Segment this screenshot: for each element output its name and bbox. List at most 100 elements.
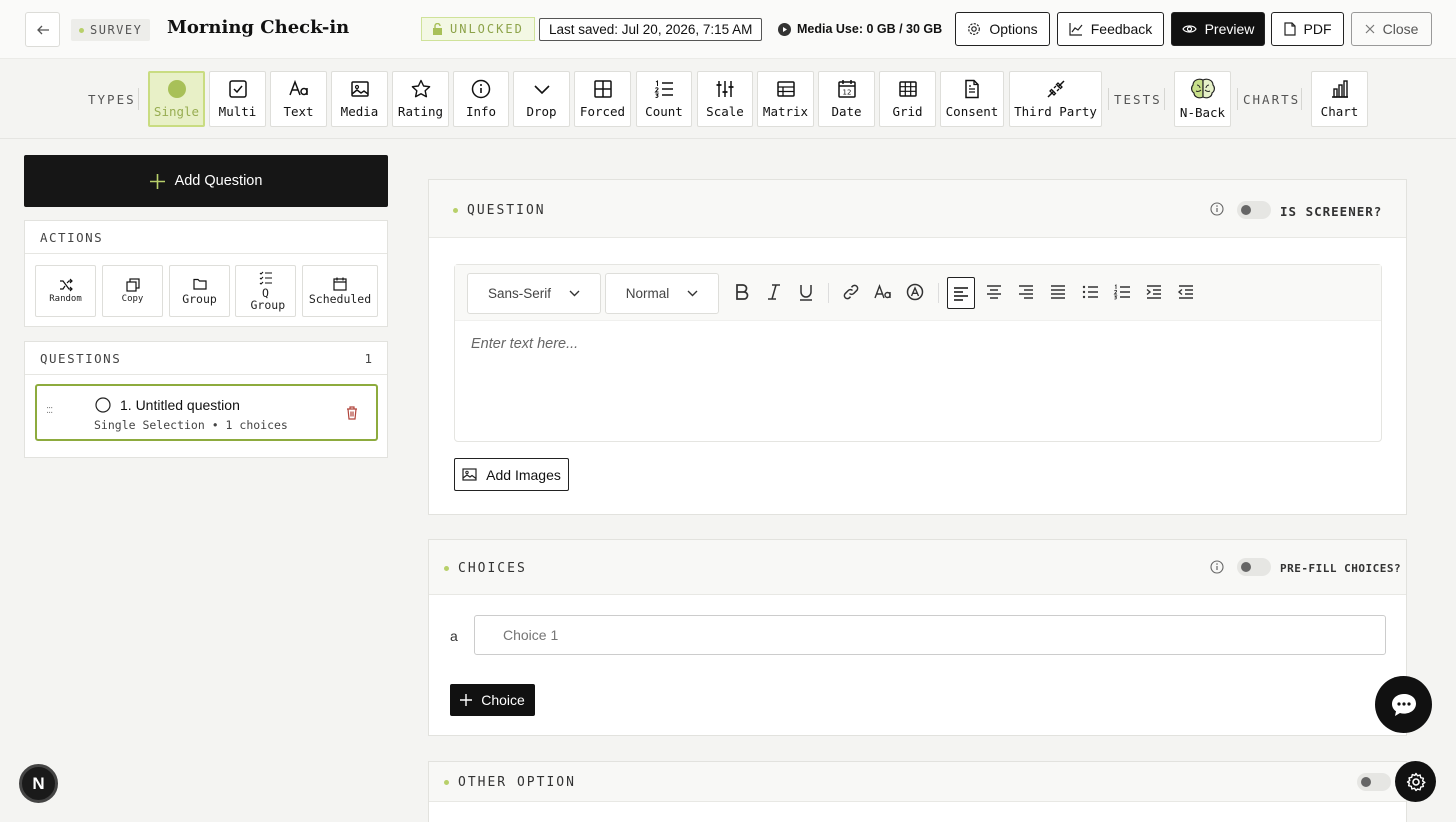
scheduled-button[interactable]: Scheduled bbox=[302, 265, 378, 317]
other-option-toggle[interactable] bbox=[1357, 773, 1391, 791]
type-multi-label: Multi bbox=[218, 104, 257, 119]
font-style-button[interactable] bbox=[906, 283, 926, 303]
type-date[interactable]: 12 Date bbox=[818, 71, 875, 127]
chat-bubble-icon bbox=[1391, 693, 1416, 716]
text-size-button[interactable] bbox=[874, 283, 894, 303]
gear-icon bbox=[1406, 772, 1426, 791]
folder-icon bbox=[192, 278, 207, 290]
ordered-list-icon bbox=[1113, 284, 1130, 300]
arrow-left-icon bbox=[36, 25, 49, 34]
type-scale[interactable]: Scale bbox=[697, 71, 753, 127]
question-card-header: QUESTION IS SCREENER? bbox=[429, 180, 1406, 238]
underline-button[interactable] bbox=[797, 283, 817, 303]
media-use: Media Use: 0 GB / 30 GB bbox=[778, 22, 942, 36]
bold-button[interactable] bbox=[733, 283, 753, 303]
type-single-label: Single bbox=[153, 104, 200, 119]
italic-button[interactable] bbox=[765, 283, 785, 303]
question-list-item[interactable]: ::: 1. Untitled question Single Selectio… bbox=[35, 384, 378, 441]
group-button[interactable]: Group bbox=[169, 265, 230, 317]
type-third-party-label: Third Party bbox=[1014, 104, 1097, 119]
drag-handle-icon[interactable]: ::: bbox=[46, 404, 53, 416]
scheduled-label: Scheduled bbox=[308, 291, 372, 306]
preview-button[interactable]: Preview bbox=[1171, 12, 1265, 46]
actions-header: ACTIONS bbox=[25, 221, 387, 254]
choice-letter: a bbox=[450, 628, 458, 644]
unlocked-badge[interactable]: UNLOCKED bbox=[421, 17, 535, 41]
app-badge[interactable]: N bbox=[19, 764, 58, 803]
grid-four-icon bbox=[593, 80, 612, 98]
type-multi[interactable]: Multi bbox=[209, 71, 266, 127]
align-center-button[interactable] bbox=[985, 283, 1005, 303]
trash-icon[interactable] bbox=[346, 406, 358, 420]
type-third-party[interactable]: Third Party bbox=[1009, 71, 1102, 127]
type-count[interactable]: Count bbox=[636, 71, 692, 127]
bullet-list-button[interactable] bbox=[1081, 283, 1101, 303]
questions-count: 1 bbox=[364, 350, 372, 366]
copy-icon bbox=[125, 278, 140, 292]
choices-card-title: CHOICES bbox=[444, 561, 527, 576]
screener-toggle[interactable] bbox=[1237, 201, 1271, 219]
type-grid[interactable]: Grid bbox=[879, 71, 936, 127]
screener-label: IS SCREENER? bbox=[1280, 204, 1383, 219]
type-matrix[interactable]: Matrix bbox=[757, 71, 814, 127]
type-consent[interactable]: Consent bbox=[940, 71, 1004, 127]
align-left-button[interactable] bbox=[947, 277, 975, 309]
feedback-button[interactable]: Feedback bbox=[1057, 12, 1164, 46]
checklist-icon bbox=[259, 271, 272, 285]
link-button[interactable] bbox=[842, 283, 862, 303]
chart-button[interactable]: Chart bbox=[1311, 71, 1368, 127]
line-chart-icon bbox=[1069, 23, 1083, 36]
type-drop-label: Drop bbox=[526, 104, 557, 119]
pdf-button[interactable]: PDF bbox=[1271, 12, 1344, 46]
bold-icon bbox=[736, 284, 749, 300]
type-matrix-label: Matrix bbox=[762, 104, 809, 119]
type-forced[interactable]: Forced bbox=[574, 71, 631, 127]
close-button[interactable]: Close bbox=[1351, 12, 1432, 46]
indent-button[interactable] bbox=[1145, 283, 1165, 303]
back-button[interactable] bbox=[25, 12, 60, 47]
add-images-button[interactable]: Add Images bbox=[454, 458, 569, 491]
type-info[interactable]: Info bbox=[453, 71, 509, 127]
close-icon bbox=[1365, 24, 1375, 34]
copy-button[interactable]: Copy bbox=[102, 265, 163, 317]
add-question-button[interactable]: Add Question bbox=[24, 155, 388, 207]
align-right-button[interactable] bbox=[1017, 283, 1037, 303]
q-group-button[interactable]: Q Group bbox=[235, 265, 296, 317]
info-icon[interactable] bbox=[1210, 202, 1224, 216]
type-grid-label: Grid bbox=[892, 104, 923, 119]
info-icon[interactable] bbox=[1210, 560, 1224, 574]
type-drop[interactable]: Drop bbox=[513, 71, 570, 127]
type-single[interactable]: Single bbox=[148, 71, 205, 127]
align-justify-button[interactable] bbox=[1049, 283, 1069, 303]
questions-header: QUESTIONS 1 bbox=[25, 342, 387, 375]
section-dot bbox=[453, 208, 458, 213]
divider bbox=[138, 88, 139, 110]
prefill-toggle[interactable] bbox=[1237, 558, 1271, 576]
play-circle-icon bbox=[778, 22, 791, 36]
charts-label: CHARTS bbox=[1243, 92, 1301, 107]
outdent-button[interactable] bbox=[1177, 283, 1197, 303]
chat-button[interactable] bbox=[1375, 676, 1432, 733]
divider bbox=[1237, 88, 1238, 110]
type-rating[interactable]: Rating bbox=[392, 71, 449, 127]
add-choice-button[interactable]: Choice bbox=[450, 684, 535, 716]
options-button[interactable]: Options bbox=[955, 12, 1050, 46]
media-use-label: Media Use: 0 GB / 30 GB bbox=[797, 22, 943, 36]
font-family-select[interactable]: Sans-Serif bbox=[467, 273, 601, 314]
rich-text-editor: Sans-Serif Normal Enter text here... bbox=[454, 264, 1382, 442]
random-button[interactable]: Random bbox=[35, 265, 96, 317]
chevron-down-icon bbox=[569, 290, 580, 297]
font-size-select[interactable]: Normal bbox=[605, 273, 719, 314]
document-icon bbox=[1283, 22, 1296, 36]
editor-placeholder[interactable]: Enter text here... bbox=[471, 336, 578, 352]
divider bbox=[938, 283, 939, 303]
tests-label: TESTS bbox=[1114, 92, 1162, 107]
type-media[interactable]: Media bbox=[331, 71, 388, 127]
choice-input[interactable] bbox=[474, 615, 1386, 655]
type-consent-label: Consent bbox=[945, 104, 999, 119]
test-n-back[interactable]: N-Back bbox=[1174, 71, 1231, 127]
type-media-label: Media bbox=[340, 104, 379, 119]
type-text[interactable]: Text bbox=[270, 71, 327, 127]
settings-button[interactable] bbox=[1395, 761, 1436, 802]
ordered-list-button[interactable] bbox=[1113, 283, 1133, 303]
